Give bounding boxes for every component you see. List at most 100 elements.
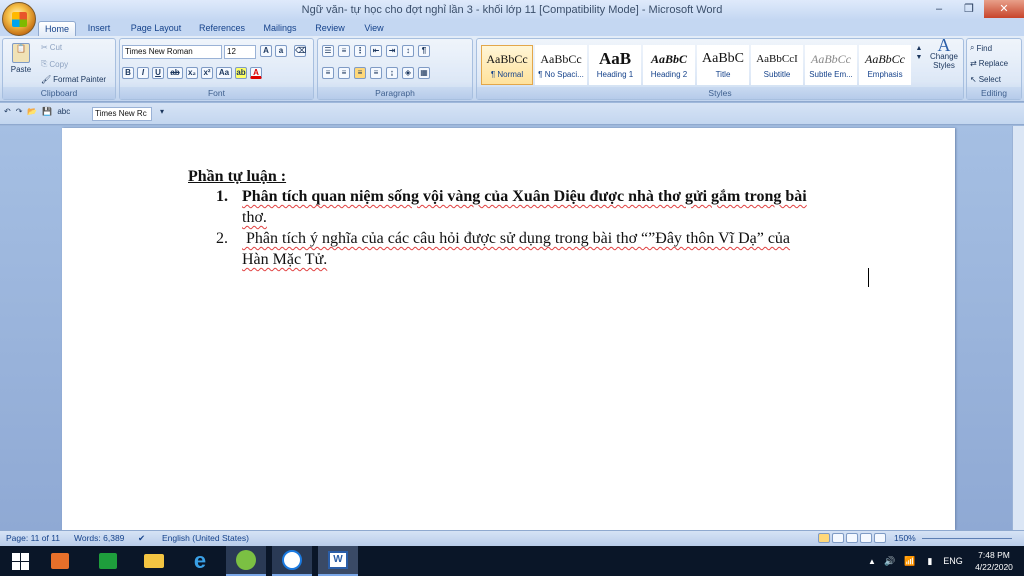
cut-button[interactable]: ✂ Cut: [41, 43, 62, 52]
web-layout-icon[interactable]: [846, 533, 858, 543]
replace-button[interactable]: ⇄ Replace: [970, 59, 1008, 68]
bullets-icon[interactable]: ☰: [322, 45, 334, 57]
print-layout-icon[interactable]: [818, 533, 830, 543]
clear-format-button[interactable]: ⌫: [294, 45, 306, 57]
volume-icon[interactable]: 🔊: [880, 546, 900, 576]
italic-icon[interactable]: I: [137, 67, 149, 79]
sort-icon[interactable]: ↕: [402, 45, 414, 57]
zoom-level[interactable]: 150%: [894, 533, 916, 543]
font-color-icon[interactable]: A: [250, 67, 262, 79]
align-right-icon[interactable]: ≡: [354, 67, 366, 79]
language-indicator[interactable]: English (United States): [162, 533, 249, 543]
numbering-icon[interactable]: ≡: [338, 45, 350, 57]
show-marks-icon[interactable]: ¶: [418, 45, 430, 57]
doc-heading: Phần tự luận :: [188, 168, 287, 185]
proofing-icon[interactable]: ✔: [138, 533, 145, 544]
shrink-font-button[interactable]: a: [275, 45, 287, 57]
superscript-icon[interactable]: x²: [201, 67, 213, 79]
font-name-combo[interactable]: Times New Roman: [122, 45, 222, 59]
undo-icon[interactable]: ↶: [4, 107, 11, 116]
style-no-spacing[interactable]: AaBbCc ¶ No Spaci...: [535, 45, 587, 85]
qat-customize-button[interactable]: ▾: [160, 107, 164, 116]
multilevel-list-icon[interactable]: ⋮: [354, 45, 366, 57]
justify-icon[interactable]: ≡: [370, 67, 382, 79]
vertical-scrollbar[interactable]: [1012, 126, 1024, 530]
align-left-icon[interactable]: ≡: [322, 67, 334, 79]
word-icon: W: [328, 551, 348, 569]
taskbar-file-explorer[interactable]: [134, 546, 174, 576]
qat-buttons: ↶ ↷ 📂 💾 abc: [4, 107, 70, 116]
line-spacing-icon[interactable]: ↨: [386, 67, 398, 79]
strikethrough-icon[interactable]: ab: [167, 67, 183, 79]
office-button[interactable]: [2, 2, 36, 36]
bold-icon[interactable]: B: [122, 67, 134, 79]
spelling-icon[interactable]: abc: [57, 107, 70, 116]
draft-icon[interactable]: [874, 533, 886, 543]
battery-icon[interactable]: ▮: [920, 546, 940, 576]
start-button[interactable]: [0, 546, 40, 576]
taskbar-media-player[interactable]: [40, 546, 80, 576]
list-item-2-line1: Phân tích ý nghĩa của các câu hỏi được s…: [242, 230, 791, 247]
tab-review[interactable]: Review: [310, 21, 350, 36]
font-size-combo[interactable]: 12: [224, 45, 256, 59]
input-language[interactable]: ENG: [940, 546, 966, 576]
qat-font-combo[interactable]: Times New Rc: [92, 107, 152, 121]
taskbar-internet-explorer[interactable]: e: [180, 546, 220, 576]
borders-icon[interactable]: ▦: [418, 67, 430, 79]
style-emphasis[interactable]: AaBbCc Emphasis: [859, 45, 911, 85]
close-button[interactable]: ✕: [984, 0, 1024, 18]
tray-chevron-icon[interactable]: ▲: [862, 546, 882, 576]
page-count[interactable]: Page: 11 of 11: [6, 533, 60, 543]
style-normal[interactable]: AaBbCc ¶ Normal: [481, 45, 533, 85]
change-styles-button[interactable]: A Change Styles: [927, 36, 961, 70]
taskbar-store[interactable]: [88, 546, 128, 576]
tab-view[interactable]: View: [356, 21, 392, 36]
taskbar-zalo[interactable]: [272, 546, 312, 576]
shading-icon[interactable]: ◈: [402, 67, 414, 79]
save-icon[interactable]: 💾: [42, 107, 52, 116]
outline-icon[interactable]: [860, 533, 872, 543]
copy-button[interactable]: ⎘ Copy: [41, 59, 68, 69]
paste-icon: 📋: [12, 43, 30, 63]
style-subtle-emphasis[interactable]: AaBbCc Subtle Em...: [805, 45, 857, 85]
paste-button[interactable]: 📋 Paste: [7, 43, 35, 74]
style-title[interactable]: AaBbC Title: [697, 45, 749, 85]
taskbar-browser[interactable]: [226, 546, 266, 576]
word-count[interactable]: Words: 6,389: [74, 533, 124, 543]
taskbar-word[interactable]: W: [318, 546, 358, 576]
clock[interactable]: 7:48 PM 4/22/2020: [968, 549, 1020, 573]
underline-icon[interactable]: U: [152, 67, 164, 79]
full-screen-icon[interactable]: [832, 533, 844, 543]
change-case-icon[interactable]: Aa: [216, 67, 232, 79]
subscript-icon[interactable]: x₂: [186, 67, 198, 79]
windows-logo-icon: [11, 552, 29, 570]
grow-font-button[interactable]: A: [260, 45, 272, 57]
styles-scroll[interactable]: ▲ ▼: [914, 45, 924, 61]
tab-mailings[interactable]: Mailings: [256, 21, 304, 36]
tab-insert[interactable]: Insert: [80, 21, 118, 36]
select-button[interactable]: ↖ Select: [970, 75, 1001, 84]
format-painter-button[interactable]: 🖌 Format Painter: [41, 75, 106, 84]
tab-page-layout[interactable]: Page Layout: [124, 21, 188, 36]
style-heading-1[interactable]: AaB Heading 1: [589, 45, 641, 85]
redo-icon[interactable]: ↷: [16, 107, 23, 116]
copy-icon: ⎘: [41, 59, 48, 68]
tab-home[interactable]: Home: [38, 21, 76, 36]
brush-icon: 🖌: [41, 75, 52, 84]
change-styles-label: Change Styles: [929, 52, 959, 70]
minimize-button[interactable]: –: [924, 0, 954, 18]
select-label: Select: [978, 75, 1001, 84]
decrease-indent-icon[interactable]: ⇤: [370, 45, 382, 57]
find-button[interactable]: ⌕ Find: [970, 43, 992, 53]
style-subtitle[interactable]: AaBbCcI Subtitle: [751, 45, 803, 85]
open-folder-icon[interactable]: 📂: [27, 107, 37, 116]
style-heading-2[interactable]: AaBbC Heading 2: [643, 45, 695, 85]
align-center-icon[interactable]: ≡: [338, 67, 350, 79]
tab-references[interactable]: References: [194, 21, 250, 36]
restore-button[interactable]: ❐: [954, 0, 984, 18]
editing-group-label: Editing: [967, 87, 1021, 99]
ribbon-tabs: Home Insert Page Layout References Maili…: [0, 20, 1024, 36]
highlight-icon[interactable]: ab: [235, 67, 247, 79]
increase-indent-icon[interactable]: ⇥: [386, 45, 398, 57]
network-icon[interactable]: 📶: [900, 546, 920, 576]
